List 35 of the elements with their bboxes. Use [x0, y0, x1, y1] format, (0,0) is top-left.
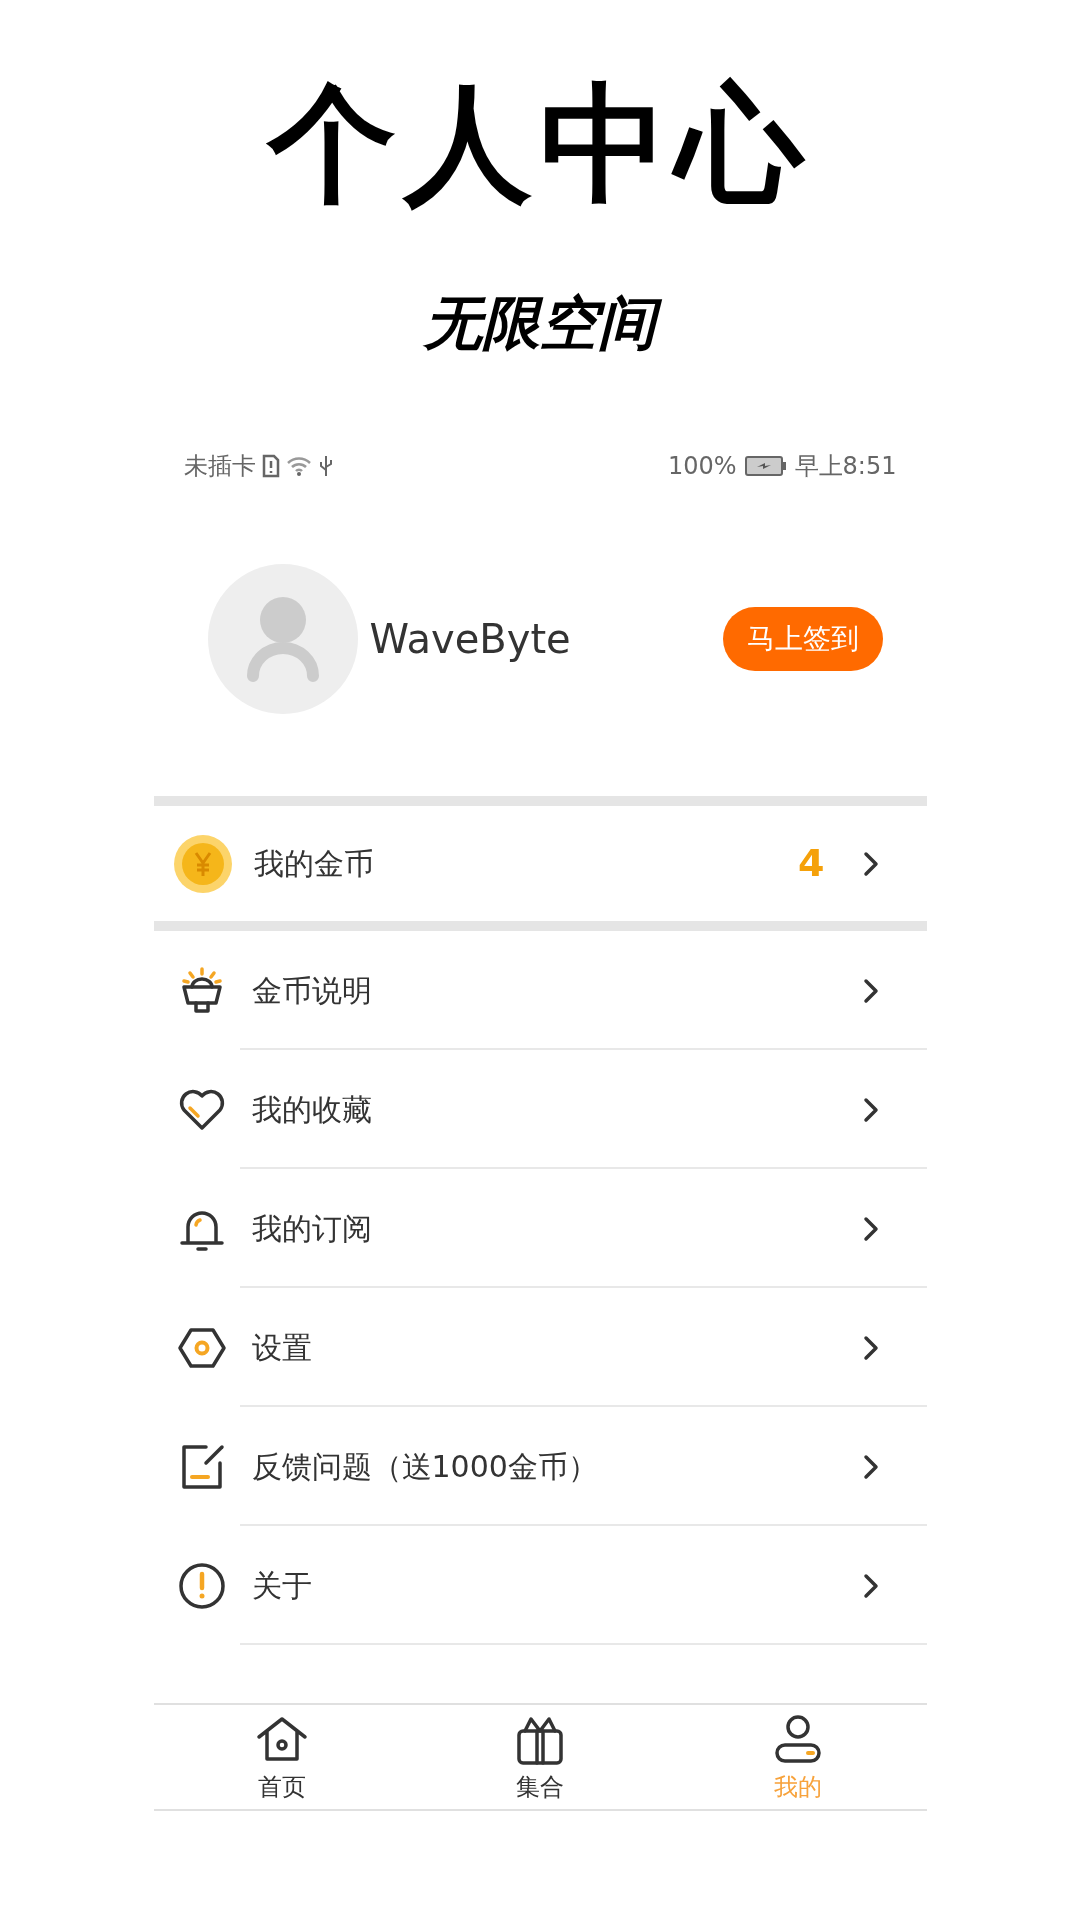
menu-label: 关于	[251, 1567, 312, 1605]
menu-label: 金币说明	[251, 972, 372, 1010]
chevron-right-icon	[862, 1572, 879, 1599]
coins-label: 我的金币	[253, 845, 374, 883]
person-silhouette-icon	[244, 595, 321, 682]
menu-item[interactable]: 我的收藏	[153, 1050, 927, 1169]
battery-charging-icon	[744, 456, 787, 476]
coins-row[interactable]: 我的金币 4	[153, 806, 927, 921]
menu-label: 设置	[251, 1329, 312, 1367]
menu-label: 我的收藏	[251, 1091, 372, 1129]
menu-label: 我的订阅	[251, 1210, 372, 1248]
chevron-right-icon	[862, 977, 879, 1004]
usb-icon	[317, 454, 334, 478]
nav-tab[interactable]: 首页	[153, 1705, 412, 1809]
menu-item[interactable]: 我的订阅	[153, 1169, 927, 1288]
page-subtitle: 无限空间	[416, 290, 664, 356]
sim-alert-icon	[261, 454, 280, 478]
coin-icon	[173, 834, 232, 893]
battery-percent: 100%	[667, 451, 737, 482]
chevron-right-icon	[862, 1334, 879, 1361]
coins-count: 4	[798, 840, 825, 887]
chevron-right-icon	[862, 1096, 879, 1123]
clock-time: 早上8:51	[794, 451, 897, 482]
menu-item[interactable]: 反馈问题（送1000金币）	[153, 1407, 927, 1526]
menu-item[interactable]: 关于	[153, 1526, 927, 1645]
chevron-right-icon	[862, 1215, 879, 1242]
chevron-right-icon	[862, 1453, 879, 1480]
username: WaveByte	[369, 614, 571, 664]
menu-item[interactable]: 设置	[153, 1288, 927, 1407]
carrier-text: 未插卡	[183, 451, 256, 482]
wifi-icon	[285, 455, 312, 477]
menu-label: 反馈问题（送1000金币）	[251, 1448, 598, 1486]
menu-item[interactable]: 金币说明	[153, 931, 927, 1050]
nav-tab[interactable]: 集合	[411, 1705, 669, 1809]
chevron-right-icon	[862, 850, 879, 877]
